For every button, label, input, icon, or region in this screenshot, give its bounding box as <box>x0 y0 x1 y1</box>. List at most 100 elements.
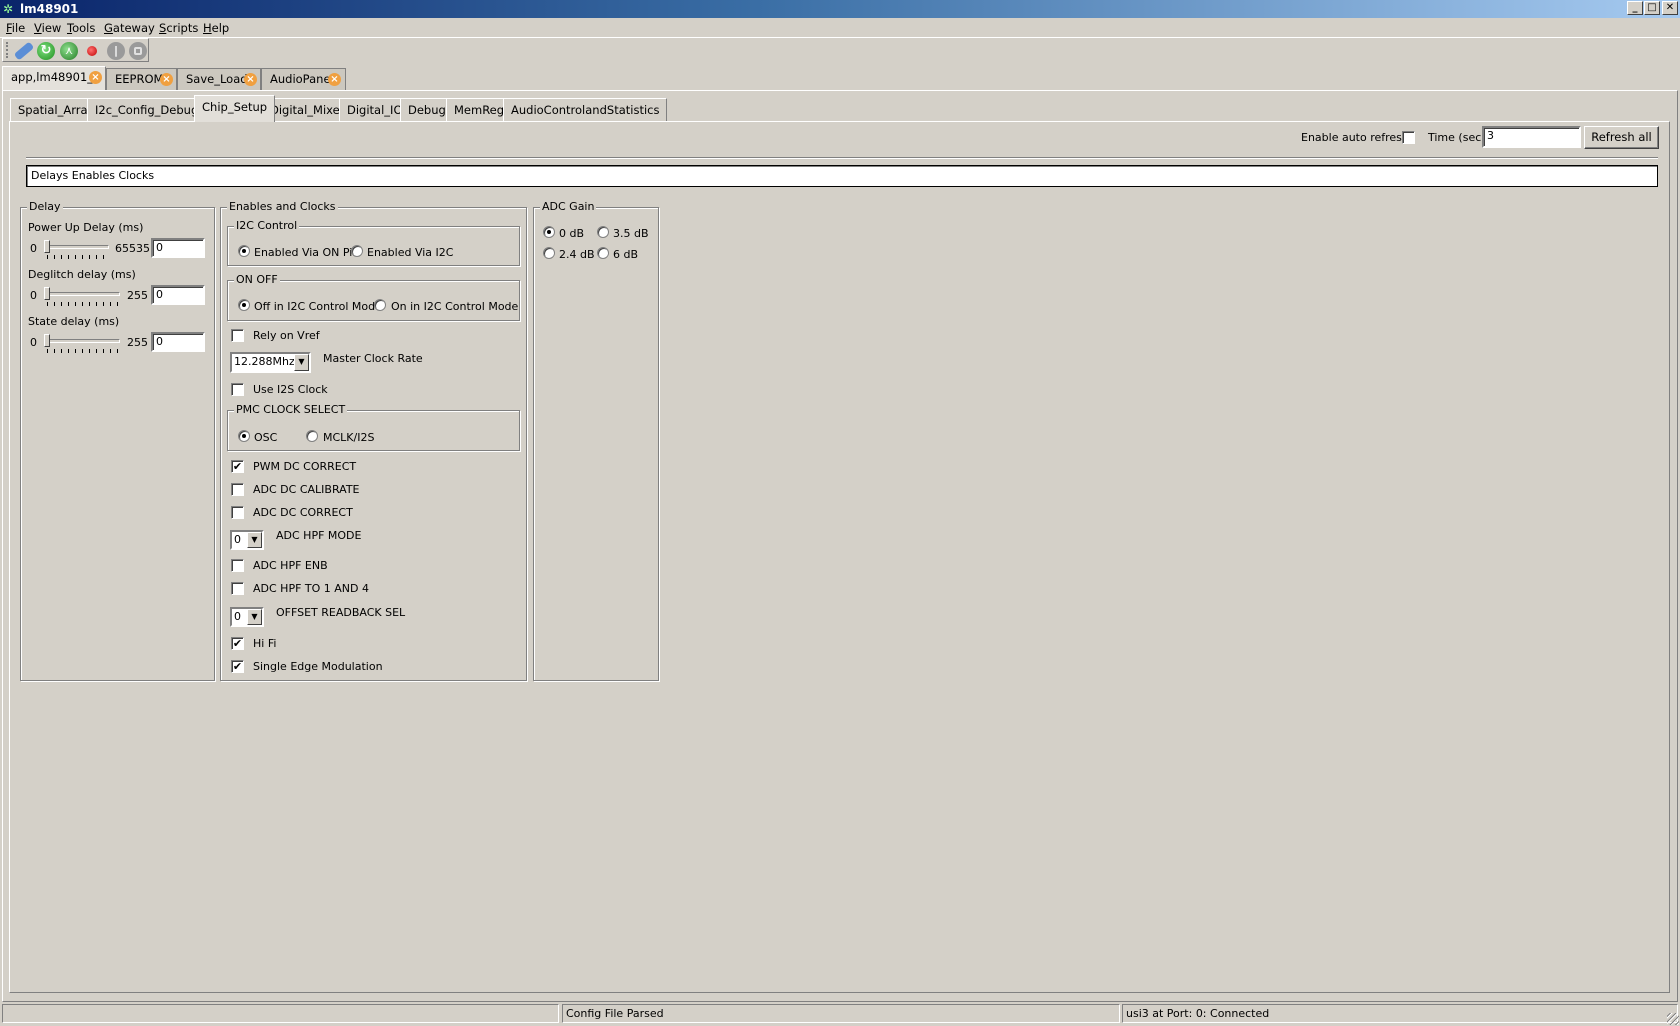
tab-chip-setup[interactable]: Chip_Setup <box>194 95 276 122</box>
state-delay-slider-thumb[interactable] <box>44 334 50 347</box>
menu-help[interactable]: Help <box>203 21 229 35</box>
adc-gain-0db-radio[interactable] <box>543 226 555 238</box>
on-in-i2c-mode-radio[interactable] <box>374 299 386 311</box>
chevron-down-icon[interactable]: ▼ <box>294 354 309 371</box>
deglitch-delay-input[interactable]: 0 <box>151 285 205 305</box>
close-tab-icon[interactable]: × <box>244 73 257 86</box>
menu-tools[interactable]: Tools <box>67 21 95 35</box>
doc-tab-eeprom-label: EEPROM <box>115 72 164 86</box>
adc-hpf-enb-checkbox[interactable] <box>231 559 244 572</box>
status-config: Config File Parsed <box>562 1004 1120 1023</box>
circuit-logo-icon: ✲ <box>3 2 14 16</box>
deglitch-delay-slider-thumb[interactable] <box>44 287 50 300</box>
menu-gateway[interactable]: Gateway <box>104 21 155 35</box>
doc-tab-audiopanel[interactable]: AudioPanel × <box>261 68 346 90</box>
osc-label: OSC <box>254 431 278 444</box>
state-delay-min: 0 <box>30 336 37 349</box>
pwm-dc-correct-label: PWM DC CORRECT <box>253 460 357 473</box>
minimize-button[interactable]: _ <box>1627 1 1643 15</box>
offset-readback-sel-value: 0 <box>234 610 241 623</box>
refresh-icon[interactable]: ↻ <box>37 42 55 60</box>
adc-gain-group: ADC Gain <box>533 200 659 681</box>
rely-on-vref-checkbox[interactable] <box>231 329 244 342</box>
pause-icon[interactable]: | <box>107 42 125 60</box>
time-input[interactable]: 3 <box>1482 126 1581 148</box>
adc-gain-6db-radio[interactable] <box>597 247 609 259</box>
power-up-delay-input[interactable]: 0 <box>151 238 205 258</box>
hi-fi-checkbox[interactable]: ✔ <box>231 637 244 650</box>
section-header: Delays Enables Clocks <box>26 165 1658 187</box>
auto-refresh-checkbox[interactable] <box>1402 131 1415 144</box>
separator <box>26 157 1658 159</box>
off-in-i2c-mode-radio[interactable] <box>238 299 250 311</box>
close-button[interactable]: ✕ <box>1662 1 1678 15</box>
menu-gateway-label: ateway <box>112 21 155 35</box>
doc-tab-audiopanel-label: AudioPanel <box>270 72 334 86</box>
adc-gain-6db-label: 6 dB <box>613 248 639 261</box>
menu-scripts[interactable]: Scripts <box>159 21 198 35</box>
power-up-delay-slider[interactable] <box>44 245 109 249</box>
deglitch-delay-slider[interactable] <box>44 292 120 296</box>
enabled-via-on-pin-radio[interactable] <box>238 245 250 257</box>
toolbar-grip[interactable] <box>6 42 9 58</box>
adc-gain-3-5db-radio[interactable] <box>597 226 609 238</box>
offset-readback-sel-select[interactable]: 0 ▼ <box>230 607 264 627</box>
title-bar: ✲ lm48901 _ □ ✕ <box>0 0 1680 18</box>
tab-audio-control-statistics[interactable]: AudioControlandStatistics <box>503 98 668 121</box>
state-delay-input[interactable]: 0 <box>151 332 205 352</box>
single-edge-modulation-checkbox[interactable]: ✔ <box>231 660 244 673</box>
adc-hpf-to-1-and-4-checkbox[interactable] <box>231 582 244 595</box>
chevron-down-icon[interactable]: ▼ <box>247 609 262 625</box>
maximize-button[interactable]: □ <box>1644 1 1660 15</box>
adc-dc-correct-checkbox[interactable] <box>231 506 244 519</box>
on-in-i2c-mode-label: On in I2C Control Mode <box>391 300 519 313</box>
i2c-control-title: I2C Control <box>234 219 300 232</box>
close-tab-icon[interactable]: × <box>160 73 173 86</box>
adc-hpf-mode-select[interactable]: 0 ▼ <box>230 530 264 550</box>
menu-view-mnemonic: V <box>34 21 42 35</box>
state-delay-label: State delay (ms) <box>28 315 120 328</box>
doc-tab-eeprom[interactable]: EEPROM × <box>106 68 177 90</box>
menu-help-label: elp <box>211 21 230 35</box>
master-clock-label: Master Clock Rate <box>323 352 423 365</box>
enabled-via-on-pin-label: Enabled Via ON Pin <box>254 246 360 259</box>
slider-ticks <box>47 255 109 259</box>
power-up-delay-slider-thumb[interactable] <box>44 240 50 253</box>
status-left <box>2 1004 559 1023</box>
slider-ticks <box>47 349 120 353</box>
close-tab-icon[interactable]: × <box>328 73 341 86</box>
adc-gain-title: ADC Gain <box>540 200 597 213</box>
adc-gain-2-4db-radio[interactable] <box>543 247 555 259</box>
on-off-title: ON OFF <box>234 273 280 286</box>
menu-view[interactable]: View <box>34 21 61 35</box>
connect-plug-icon[interactable] <box>13 41 35 61</box>
adc-gain-3-5db-label: 3.5 dB <box>613 227 649 240</box>
adc-hpf-mode-value: 0 <box>234 533 241 546</box>
stop-icon[interactable] <box>129 42 147 60</box>
resize-grip-icon[interactable] <box>1667 1013 1679 1025</box>
record-icon[interactable] <box>87 46 97 56</box>
use-i2s-clock-checkbox[interactable] <box>231 383 244 396</box>
rely-on-vref-label: Rely on Vref <box>253 329 320 342</box>
adc-dc-calibrate-checkbox[interactable] <box>231 483 244 496</box>
pwm-dc-correct-checkbox[interactable]: ✔ <box>231 460 244 473</box>
tab-i2c-config-debug[interactable]: I2c_Config_Debug <box>87 98 207 121</box>
network-icon[interactable]: ⋏ <box>60 42 78 60</box>
osc-radio[interactable] <box>238 430 250 442</box>
refresh-all-button[interactable]: Refresh all <box>1584 126 1659 149</box>
adc-hpf-mode-label: ADC HPF MODE <box>276 529 362 542</box>
doc-tab-save-load-label: Save_Load <box>186 72 248 86</box>
menu-bar: File View Tools Gateway Scripts Help <box>0 18 1680 38</box>
doc-tab-save-load[interactable]: Save_Load × <box>177 68 261 90</box>
toolbar: ↻ ⋏ | <box>2 38 149 62</box>
chevron-down-icon[interactable]: ▼ <box>247 532 262 548</box>
state-delay-slider[interactable] <box>44 339 120 343</box>
close-tab-icon[interactable]: × <box>89 71 102 84</box>
master-clock-select[interactable]: 12.288Mhz ▼ <box>230 352 311 373</box>
enabled-via-i2c-radio[interactable] <box>351 245 363 257</box>
deglitch-delay-label: Deglitch delay (ms) <box>28 268 136 281</box>
doc-tab-app[interactable]: app,lm48901_0 × <box>2 66 106 91</box>
mclk-i2s-radio[interactable] <box>306 430 318 442</box>
menu-file[interactable]: File <box>6 21 25 35</box>
hi-fi-label: Hi Fi <box>253 637 277 650</box>
